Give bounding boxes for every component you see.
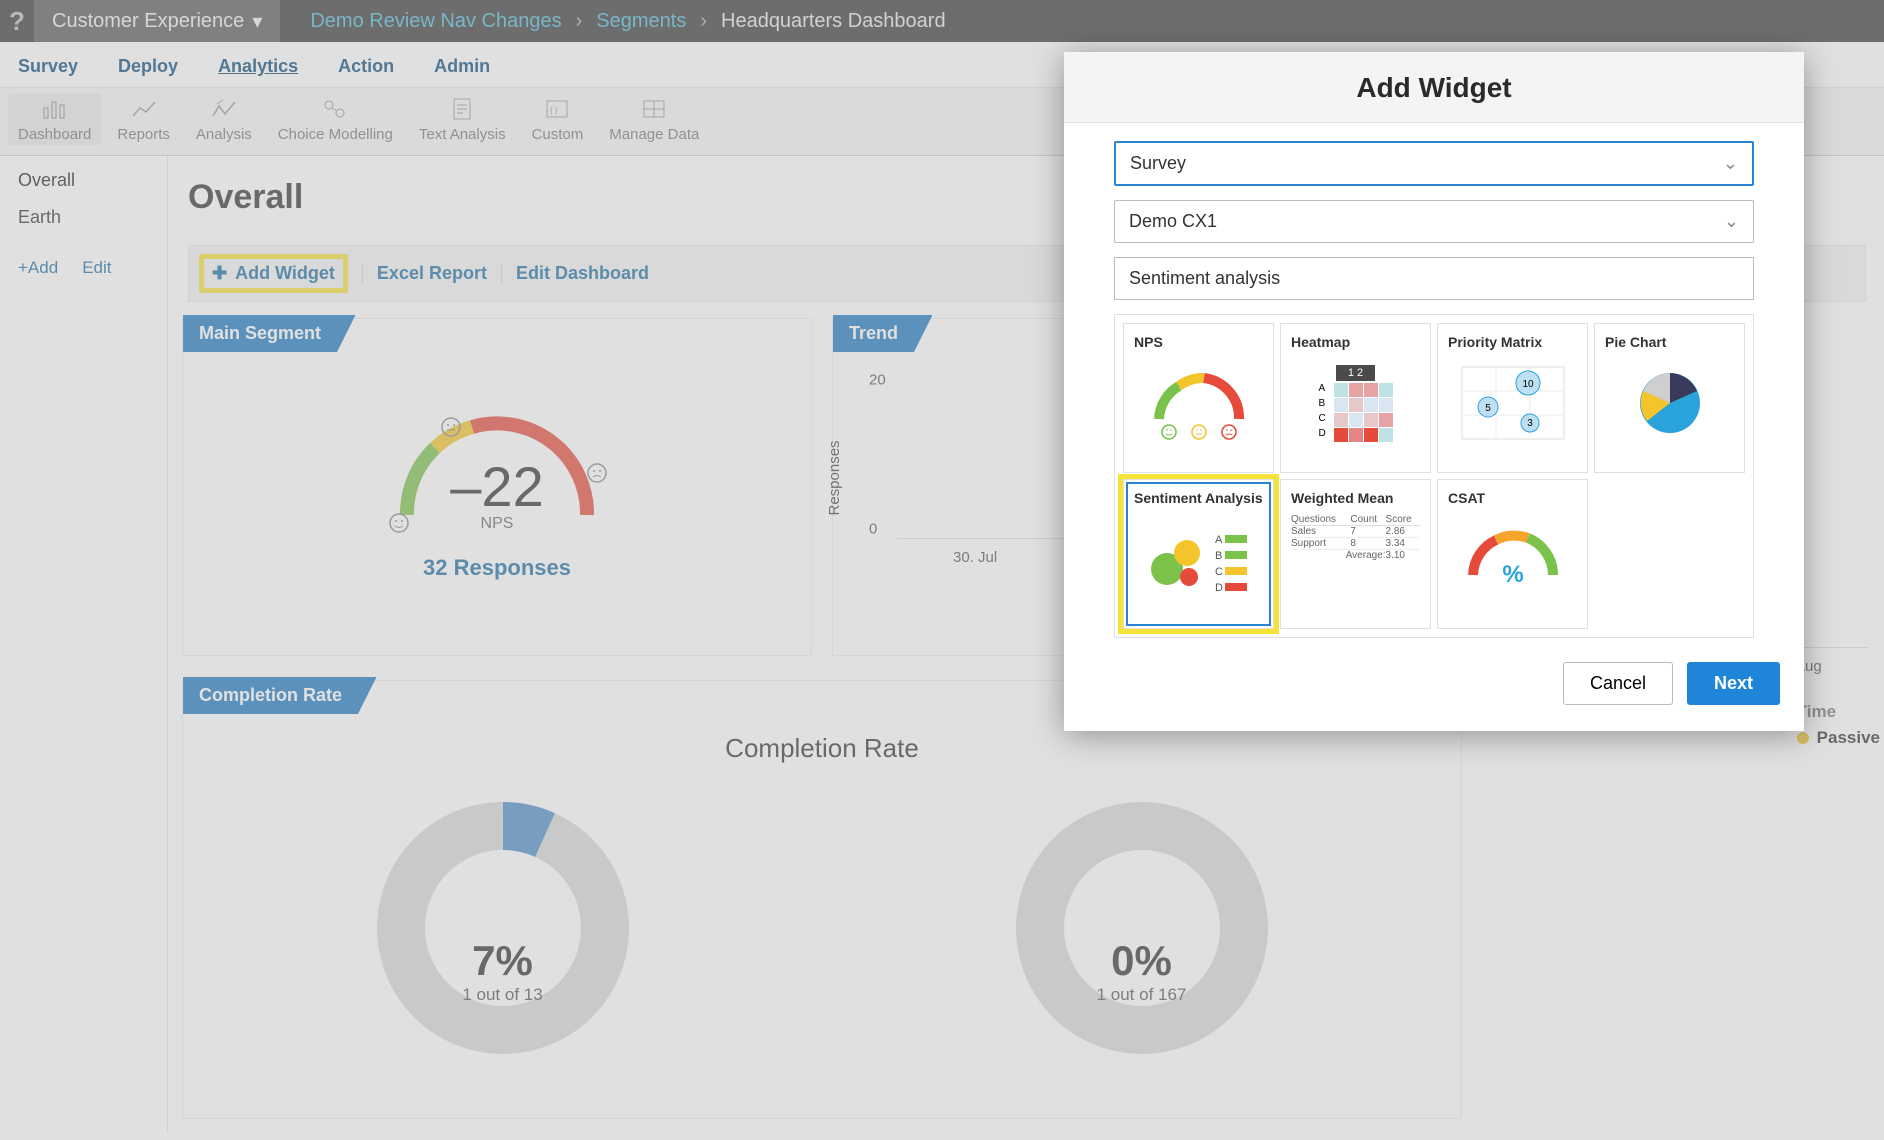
spreadsheet-icon xyxy=(640,96,668,122)
type-card-sentiment[interactable]: Sentiment Analysis A B C D xyxy=(1123,479,1274,629)
svg-text:D: D xyxy=(1215,582,1223,594)
type-card-csat[interactable]: CSAT % xyxy=(1437,479,1588,629)
svg-text:%: % xyxy=(1502,561,1523,588)
nps-label: NPS xyxy=(193,515,801,533)
cancel-button[interactable]: Cancel xyxy=(1563,662,1673,705)
crumb-current: Headquarters Dashboard xyxy=(721,10,946,33)
trend-ytick-20: 20 xyxy=(869,372,886,389)
tool-text-analysis[interactable]: Text Analysis xyxy=(409,94,516,145)
tab-action[interactable]: Action xyxy=(338,56,394,77)
donut-chart-right xyxy=(992,778,1292,1078)
brand-icon: ? xyxy=(0,0,34,42)
donut-left-sub: 1 out of 13 xyxy=(462,985,542,1005)
svg-text:{ }: { } xyxy=(550,106,558,115)
legend-item-passive[interactable]: Passive xyxy=(1797,728,1880,748)
donut-right-sub: 1 out of 167 xyxy=(1097,985,1187,1005)
project-switcher[interactable]: Customer Experience ▾ xyxy=(34,0,280,42)
sidebar-item-earth[interactable]: Earth xyxy=(18,207,149,228)
widget-tab-trend: Trend xyxy=(833,315,914,352)
widget-tab-completion: Completion Rate xyxy=(183,677,358,714)
svg-text:5: 5 xyxy=(1485,403,1491,414)
top-bar: ? Customer Experience ▾ Demo Review Nav … xyxy=(0,0,1884,42)
tool-reports[interactable]: Reports xyxy=(107,94,180,145)
breadcrumb: Demo Review Nav Changes › Segments › Hea… xyxy=(280,10,945,33)
tab-deploy[interactable]: Deploy xyxy=(118,56,178,77)
trend-y-axis-label: Responses xyxy=(826,441,843,516)
chevron-down-icon: ⌄ xyxy=(1724,211,1739,232)
chevron-down-icon: ▾ xyxy=(252,9,262,34)
project-name: Customer Experience xyxy=(52,10,244,33)
pie-chart-icon xyxy=(1605,358,1734,448)
survey-select[interactable]: Demo CX1 ⌄ xyxy=(1114,200,1754,243)
chevron-down-icon: ⌄ xyxy=(1723,153,1738,174)
tool-manage-data[interactable]: Manage Data xyxy=(599,94,709,145)
tool-choice-modelling[interactable]: Choice Modelling xyxy=(268,94,403,145)
donut-right-pct: 0% xyxy=(1097,937,1187,985)
divider xyxy=(362,264,363,284)
widget-main-segment: Main Segment –22 NPS 32 Responses xyxy=(182,318,812,656)
bubble-chart-icon: 10 5 3 xyxy=(1448,358,1577,448)
svg-text:3: 3 xyxy=(1527,418,1533,429)
chevron-right-icon: › xyxy=(576,10,583,33)
add-widget-modal: Add Widget Survey ⌄ Demo CX1 ⌄ NPS xyxy=(1064,52,1804,731)
donut-left-pct: 7% xyxy=(462,937,542,985)
crumb-segments[interactable]: Segments xyxy=(596,10,686,33)
sidebar-add-button[interactable]: +Add xyxy=(18,258,58,278)
type-card-weighted[interactable]: Weighted Mean QuestionsCountScore Sales7… xyxy=(1280,479,1431,629)
table-icon: QuestionsCountScore Sales72.86 Support83… xyxy=(1291,514,1420,604)
choice-icon xyxy=(321,96,349,122)
left-sidebar: Overall Earth +Add Edit xyxy=(0,156,168,1132)
divider xyxy=(501,264,502,284)
chevron-right-icon: › xyxy=(700,10,707,33)
bar-chart-icon xyxy=(41,96,69,122)
widget-type-grid: NPS Heatmap 1 2 xyxy=(1114,314,1754,638)
legend: Time Passive xyxy=(1797,696,1880,754)
crumb-project[interactable]: Demo Review Nav Changes xyxy=(310,10,561,33)
trend-xlabel: 30. Jul xyxy=(953,549,997,566)
svg-text:B: B xyxy=(1215,550,1222,562)
csat-gauge-icon: % xyxy=(1448,514,1577,604)
trend-ytick-0: 0 xyxy=(869,521,877,538)
tab-analytics[interactable]: Analytics xyxy=(218,56,298,77)
widget-name-input[interactable] xyxy=(1114,257,1754,300)
nps-value: –22 xyxy=(193,454,801,519)
next-button[interactable]: Next xyxy=(1687,662,1780,705)
tab-admin[interactable]: Admin xyxy=(434,56,490,77)
tool-custom[interactable]: { }Custom xyxy=(522,94,594,145)
legend-dot-icon xyxy=(1797,732,1809,744)
nps-gauge-icon xyxy=(1134,358,1263,448)
svg-text:A: A xyxy=(1215,534,1223,546)
add-widget-button[interactable]: ✚ Add Widget xyxy=(199,254,348,293)
svg-text:C: C xyxy=(1215,566,1223,578)
heatmap-icon: 1 2 A B C D xyxy=(1291,358,1420,448)
sidebar-edit-button[interactable]: Edit xyxy=(82,258,111,278)
type-card-pie[interactable]: Pie Chart xyxy=(1594,323,1745,473)
type-card-nps[interactable]: NPS xyxy=(1123,323,1274,473)
sidebar-heading[interactable]: Overall xyxy=(18,170,149,191)
line-chart-icon xyxy=(130,96,158,122)
widget-tab-main-segment: Main Segment xyxy=(183,315,337,352)
svg-text:10: 10 xyxy=(1522,379,1534,390)
edit-dashboard-button[interactable]: Edit Dashboard xyxy=(516,263,649,284)
donut-chart-left xyxy=(353,778,653,1078)
document-icon xyxy=(448,96,476,122)
tool-analysis[interactable]: Analysis xyxy=(186,94,262,145)
source-type-select[interactable]: Survey ⌄ xyxy=(1114,141,1754,186)
widget-completion-rate: Completion Rate Completion Rate 7% 1 out xyxy=(182,680,1462,1119)
excel-report-button[interactable]: Excel Report xyxy=(377,263,487,284)
nps-responses[interactable]: 32 Responses xyxy=(193,555,801,581)
analysis-icon xyxy=(210,96,238,122)
completion-title: Completion Rate xyxy=(183,733,1461,764)
type-card-priority[interactable]: Priority Matrix 10 5 3 xyxy=(1437,323,1588,473)
tool-dashboard[interactable]: Dashboard xyxy=(8,94,101,145)
plus-icon: ✚ xyxy=(212,263,227,284)
type-card-empty xyxy=(1594,479,1745,629)
tab-survey[interactable]: Survey xyxy=(18,56,78,77)
type-card-heatmap[interactable]: Heatmap 1 2 A B C D xyxy=(1280,323,1431,473)
sentiment-icon: A B C D xyxy=(1134,514,1263,604)
code-icon: { } xyxy=(543,96,571,122)
modal-title: Add Widget xyxy=(1064,52,1804,123)
